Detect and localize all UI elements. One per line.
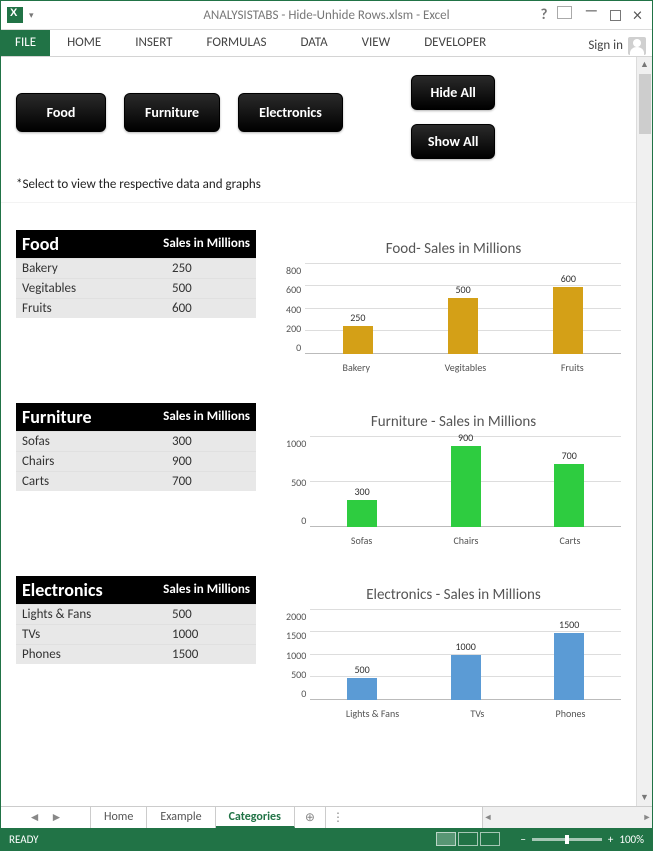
bar: [347, 500, 377, 527]
sign-in[interactable]: Sign in: [588, 30, 652, 56]
electronics-button[interactable]: Electronics: [238, 93, 343, 132]
scroll-right-icon[interactable]: ►: [642, 812, 652, 823]
vertical-scrollbar[interactable]: ▲ ▼: [636, 57, 652, 806]
bar: [553, 287, 583, 354]
furniture-table: FurnitureSales in Millions Sofas300 Chai…: [16, 403, 256, 552]
tab-insert[interactable]: INSERT: [118, 30, 189, 56]
sheet-nav-next-icon[interactable]: ►: [51, 810, 63, 825]
ribbon-tabs: FILE HOME INSERT FORMULAS DATA VIEW DEVE…: [1, 30, 652, 57]
titlebar: ▾ ANALYSISTABS - Hide-Unhide Rows.xlsm -…: [1, 1, 652, 30]
horizontal-scrollbar[interactable]: ◄ ►: [482, 807, 652, 828]
worksheet-area[interactable]: Food Furniture Electronics Hide All Show…: [1, 57, 636, 806]
zoom-slider[interactable]: [532, 838, 602, 841]
table-row: Carts700: [16, 471, 256, 491]
hint-text: *Select to view the respective data and …: [16, 177, 621, 192]
close-icon[interactable]: ×: [633, 4, 642, 26]
zoom-out-icon[interactable]: −: [520, 833, 525, 846]
furniture-chart: Furniture - Sales in Millions 1000 500 0…: [286, 403, 621, 552]
tab-data[interactable]: DATA: [283, 30, 344, 56]
qat-dropdown-icon[interactable]: ▾: [29, 10, 39, 21]
electronics-table: ElectronicsSales in Millions Lights & Fa…: [16, 576, 256, 725]
food-button[interactable]: Food: [16, 93, 106, 132]
food-chart: Food- Sales in Millions 800 600 400 200 …: [286, 230, 621, 379]
avatar-icon: [628, 37, 646, 55]
ribbon-display-icon[interactable]: [559, 6, 572, 24]
chart-title: Electronics - Sales in Millions: [286, 576, 621, 604]
view-pagebreak-icon[interactable]: [480, 832, 500, 846]
add-sheet-icon[interactable]: ⊕: [295, 807, 325, 828]
hide-all-button[interactable]: Hide All: [411, 75, 496, 110]
table-row: Bakery250: [16, 258, 256, 278]
sheet-tab-categories[interactable]: Categories: [216, 807, 295, 828]
bar: [451, 446, 481, 527]
help-icon[interactable]: ?: [540, 6, 547, 24]
scroll-up-icon[interactable]: ▲: [637, 57, 652, 73]
bar: [347, 678, 377, 700]
tab-home[interactable]: HOME: [50, 30, 118, 56]
sheet-tab-example[interactable]: Example: [147, 807, 215, 828]
bar: [343, 326, 373, 354]
sheet-tab-home[interactable]: Home: [91, 807, 147, 828]
chart-title: Furniture - Sales in Millions: [286, 403, 621, 431]
bar: [448, 298, 478, 354]
table-row: Lights & Fans500: [16, 604, 256, 624]
tab-view[interactable]: VIEW: [345, 30, 408, 56]
col-header: Sales in Millions: [163, 230, 256, 258]
table-row: TVs1000: [16, 624, 256, 644]
tab-split-icon[interactable]: ⋮: [325, 807, 350, 828]
zoom-level[interactable]: 100%: [619, 833, 644, 846]
table-row: Chairs900: [16, 451, 256, 471]
food-table: FoodSales in Millions Bakery250 Vegitabl…: [16, 230, 256, 379]
table-row: Phones1500: [16, 644, 256, 664]
minimize-icon[interactable]: —: [584, 2, 598, 20]
show-all-button[interactable]: Show All: [411, 124, 496, 159]
tab-developer[interactable]: DEVELOPER: [407, 30, 496, 56]
scroll-thumb[interactable]: [639, 74, 651, 134]
sheet-nav-prev-icon[interactable]: ◄: [29, 810, 41, 825]
status-bar: READY − + 100%: [1, 828, 652, 850]
food-header: Food: [16, 230, 163, 258]
chart-title: Food- Sales in Millions: [286, 230, 621, 258]
table-row: Sofas300: [16, 431, 256, 451]
electronics-header: Electronics: [16, 576, 163, 604]
electronics-chart: Electronics - Sales in Millions 2000 150…: [286, 576, 621, 725]
status-ready: READY: [9, 833, 39, 846]
table-row: Vegitables500: [16, 278, 256, 298]
furniture-header: Furniture: [16, 403, 163, 431]
bar: [554, 633, 584, 700]
file-tab[interactable]: FILE: [1, 30, 50, 56]
view-pagelayout-icon[interactable]: [458, 832, 478, 846]
bar: [451, 655, 481, 700]
furniture-button[interactable]: Furniture: [124, 93, 220, 132]
scroll-down-icon[interactable]: ▼: [637, 790, 652, 806]
sign-in-label: Sign in: [588, 38, 623, 53]
excel-icon: [7, 7, 23, 23]
maximize-icon[interactable]: [610, 10, 621, 21]
view-normal-icon[interactable]: [436, 832, 456, 846]
table-row: Fruits600: [16, 298, 256, 318]
scroll-left-icon[interactable]: ◄: [483, 812, 493, 823]
zoom-in-icon[interactable]: +: [608, 833, 613, 846]
bar: [554, 464, 584, 527]
sheet-tab-bar: ◄ ► Home Example Categories ⊕ ⋮ ◄ ►: [1, 806, 652, 828]
tab-formulas[interactable]: FORMULAS: [190, 30, 284, 56]
